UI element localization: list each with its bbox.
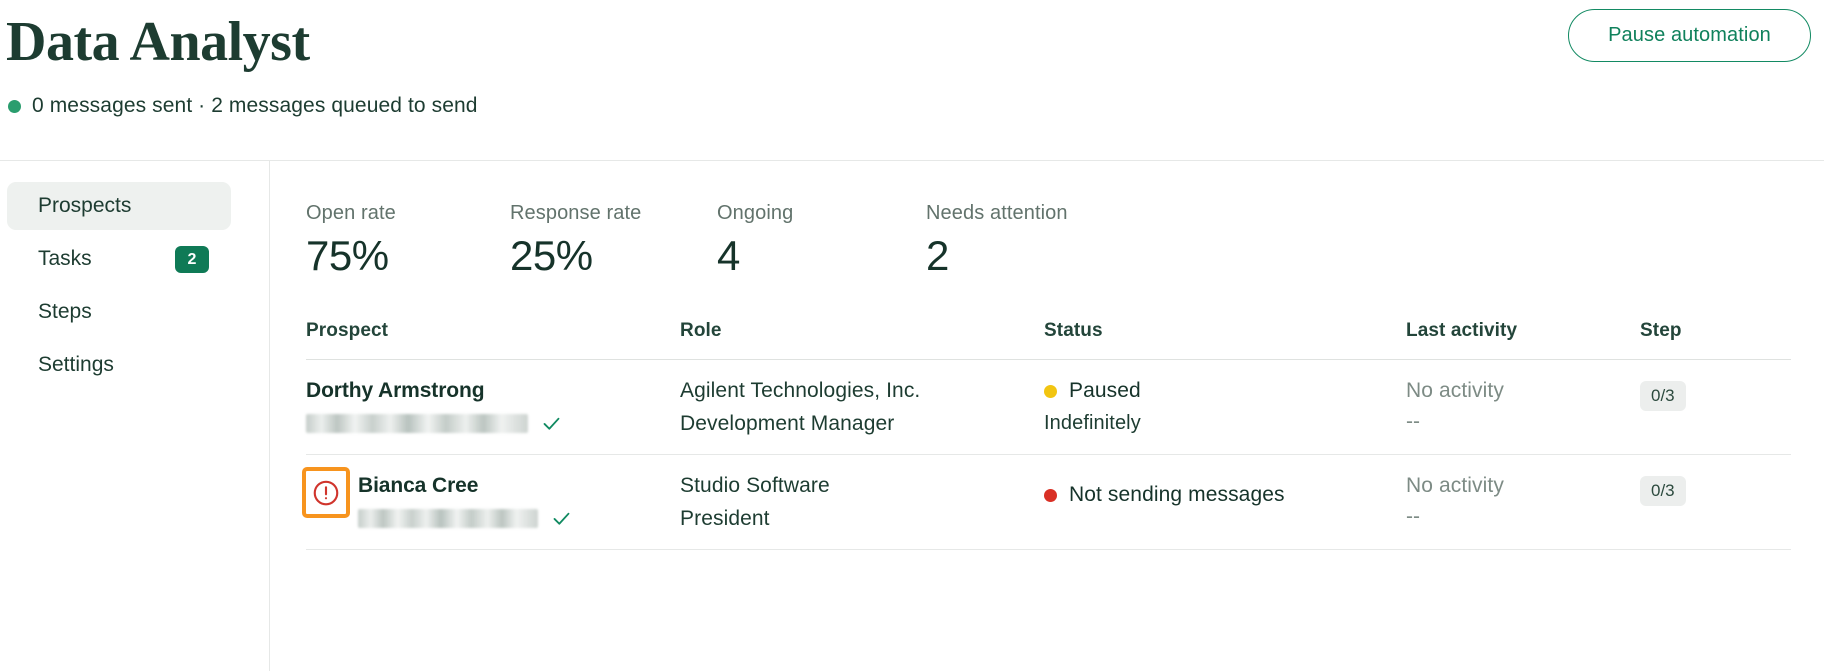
step-badge: 0/3	[1640, 381, 1686, 412]
stat-value: 75%	[306, 232, 389, 279]
stats-row: Open rate 75% Response rate 25% Ongoing …	[306, 202, 1824, 279]
table-header-row: Prospect Role Status Last activity Step	[306, 320, 1791, 361]
step-cell: 0/3	[1640, 379, 1780, 412]
prospect-cell[interactable]: Bianca Cree	[302, 467, 680, 529]
company-name: Agilent Technologies, Inc.	[680, 379, 921, 403]
sidebar-item-label: Steps	[38, 300, 92, 323]
status-badge: Not sending messages	[1044, 483, 1406, 507]
prospect-email-line	[306, 412, 680, 434]
table-row[interactable]: Dorthy Armstrong Agilent Technologies, I…	[306, 360, 1791, 456]
sidebar-item-label: Tasks	[38, 247, 92, 270]
role-cell: Studio Software President	[680, 474, 1044, 531]
prospect-email-line	[358, 507, 680, 529]
status-dot-icon	[1044, 384, 1057, 398]
page-header: Data Analyst 0 messages sent · 2 message…	[0, 0, 1824, 160]
prospect-email-redacted	[358, 508, 538, 528]
stat-value: 2	[926, 232, 949, 279]
status-text: Not sending messages	[1069, 483, 1285, 507]
status-text: Paused	[1069, 379, 1141, 403]
page-title: Data Analyst	[6, 11, 310, 73]
stat-label: Response rate	[510, 202, 642, 224]
status-cell: Paused Indefinitely	[1044, 379, 1406, 435]
last-activity-text: No activity	[1406, 379, 1504, 403]
table-row[interactable]: Bianca Cree Studio Software President No…	[302, 455, 1791, 551]
stat-value: 4	[717, 232, 740, 279]
column-header-status: Status	[1044, 320, 1103, 342]
prospect-cell[interactable]: Dorthy Armstrong	[306, 379, 680, 434]
status-badge: Paused	[1044, 379, 1406, 403]
step-cell: 0/3	[1640, 474, 1780, 507]
email-verified-check-icon	[541, 413, 562, 434]
sidebar-item-steps[interactable]: Steps	[7, 288, 231, 336]
stat-label: Open rate	[306, 202, 396, 224]
prospect-name: Bianca Cree	[358, 474, 479, 498]
sidebar-item-label: Prospects	[38, 194, 132, 217]
automation-status: 0 messages sent · 2 messages queued to s…	[0, 94, 1824, 118]
job-title: Development Manager	[680, 412, 895, 436]
main-content: Open rate 75% Response rate 25% Ongoing …	[270, 161, 1824, 671]
sidebar-tasks-badge: 2	[175, 245, 209, 273]
company-name: Studio Software	[680, 474, 830, 498]
last-activity-cell: No activity --	[1406, 474, 1640, 529]
stat-value: 25%	[510, 232, 593, 279]
status-dot-icon	[1044, 488, 1057, 502]
stat-open-rate: Open rate 75%	[306, 202, 510, 279]
last-activity-subtext: --	[1406, 505, 1420, 529]
email-verified-check-icon	[551, 508, 572, 529]
sidebar-item-prospects[interactable]: Prospects	[7, 182, 231, 230]
status-cell: Not sending messages	[1044, 474, 1406, 516]
prospect-email-redacted	[306, 413, 528, 433]
app-page: Data Analyst 0 messages sent · 2 message…	[0, 0, 1824, 671]
stat-ongoing: Ongoing 4	[717, 202, 926, 279]
stat-response-rate: Response rate 25%	[510, 202, 717, 279]
column-header-last-activity: Last activity	[1406, 320, 1518, 342]
job-title: President	[680, 507, 770, 531]
last-activity-text: No activity	[1406, 474, 1504, 498]
needs-attention-alert-icon[interactable]	[302, 467, 350, 519]
sidebar: Prospects Tasks 2 Steps Settings	[0, 161, 270, 671]
sidebar-item-tasks[interactable]: Tasks 2	[7, 235, 231, 283]
page-body: Prospects Tasks 2 Steps Settings Open ra…	[0, 161, 1824, 671]
role-cell: Agilent Technologies, Inc. Development M…	[680, 379, 1044, 436]
automation-status-text: 0 messages sent · 2 messages queued to s…	[32, 94, 478, 117]
last-activity-subtext: --	[1406, 410, 1420, 434]
column-header-role: Role	[680, 320, 722, 342]
status-dot-icon	[8, 99, 21, 113]
prospect-name: Dorthy Armstrong	[306, 379, 485, 403]
stat-label: Ongoing	[717, 202, 794, 224]
prospects-table: Prospect Role Status Last activity Step …	[302, 320, 1791, 551]
sidebar-item-label: Settings	[38, 353, 114, 376]
step-badge: 0/3	[1640, 476, 1686, 507]
status-subtext: Indefinitely	[1044, 412, 1141, 435]
column-header-prospect: Prospect	[306, 320, 389, 342]
pause-automation-button[interactable]: Pause automation	[1568, 9, 1811, 62]
stat-label: Needs attention	[926, 202, 1068, 224]
stat-needs-attention: Needs attention 2	[926, 202, 1068, 279]
sidebar-item-settings[interactable]: Settings	[7, 341, 231, 389]
last-activity-cell: No activity --	[1406, 379, 1640, 434]
column-header-step: Step	[1640, 320, 1682, 342]
